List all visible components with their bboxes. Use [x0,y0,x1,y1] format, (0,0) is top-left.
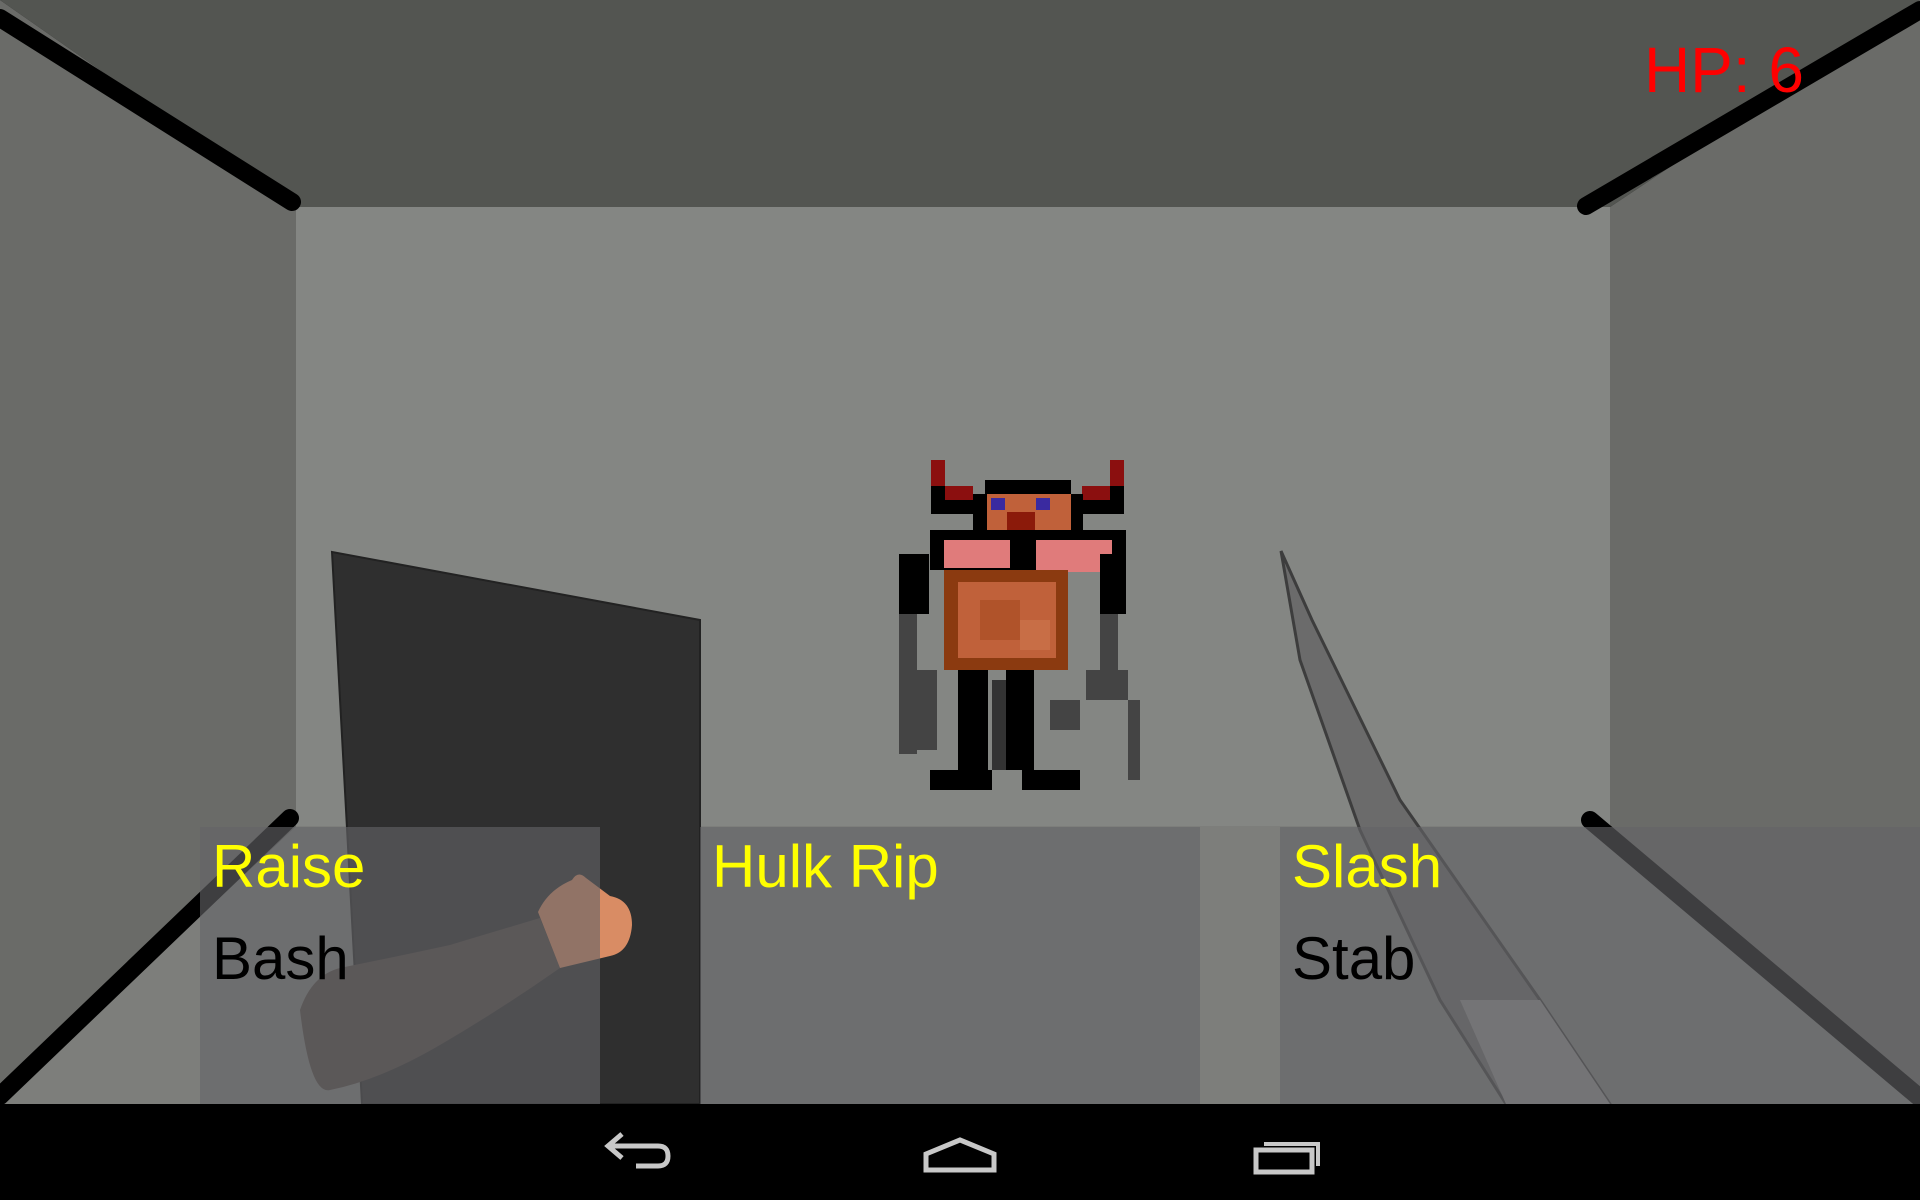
action-slash[interactable]: Slash [1292,833,1442,901]
navigation-bar [0,1104,1920,1200]
back-icon[interactable] [566,1104,706,1200]
action-hulk-rip[interactable]: Hulk Rip [712,833,939,901]
home-icon[interactable] [890,1104,1030,1200]
hp-counter: HP: 6 [1643,34,1804,106]
home-house-icon [923,1137,997,1173]
action-stab[interactable]: Stab [1292,925,1415,993]
left-hand-actions[interactable]: Raise Bash [200,827,600,1104]
recent-apps-icon[interactable] [1216,1104,1356,1200]
right-hand-actions[interactable]: Slash Stab [1280,827,1920,1104]
back-arrow-icon [604,1132,671,1169]
game-screen[interactable]: HP: 6 Raise Bash Hulk Rip Slash Stab [0,0,1920,1200]
center-actions[interactable]: Hulk Rip [700,827,1200,1104]
recent-windows-icon [1253,1142,1320,1175]
action-bash[interactable]: Bash [212,925,349,993]
action-raise[interactable]: Raise [212,833,365,901]
